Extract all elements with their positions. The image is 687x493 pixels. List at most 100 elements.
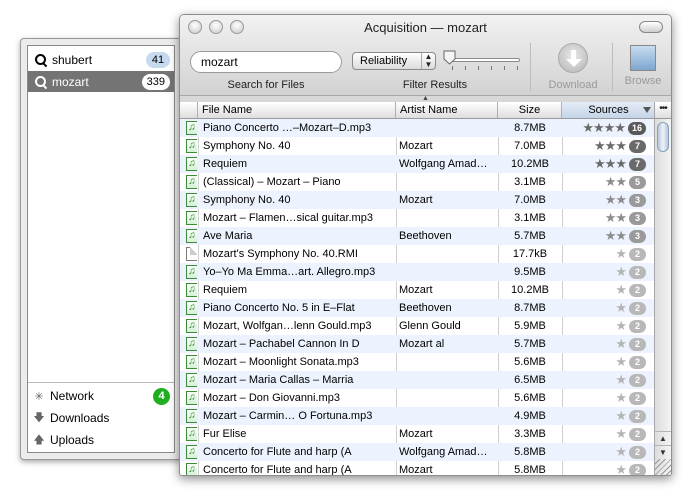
- audio-file-icon: [186, 281, 197, 299]
- file-name-cell: Yo–Yo Ma Emma…art. Allegro.mp3: [203, 266, 376, 278]
- sidebar-search-mozart[interactable]: mozart 339: [28, 71, 174, 92]
- results-table: File Name Artist Name Size Sources Piano…: [180, 102, 656, 475]
- size-cell: 8.7MB: [514, 302, 546, 314]
- table-row[interactable]: Mozart – Pachabel Cannon In D Mozart al 5.…: [180, 335, 656, 353]
- rating-stars-icon: ★: [615, 426, 627, 441]
- table-row[interactable]: Yo–Yo Ma Emma…art. Allegro.mp3 9.5MB ★2: [180, 263, 656, 281]
- table-row[interactable]: Requiem Mozart 10.2MB ★2: [180, 281, 656, 299]
- browse-label: Browse: [624, 75, 662, 87]
- browse-button[interactable]: Browse: [618, 43, 668, 87]
- file-name-cell: Symphony No. 40: [203, 140, 291, 152]
- size-cell: 5.9MB: [514, 320, 546, 332]
- artist-cell: Mozart: [399, 140, 433, 152]
- size-cell: 10.2MB: [511, 284, 549, 296]
- column-header-type[interactable]: [180, 102, 198, 118]
- scroll-up-arrow[interactable]: ▲: [655, 431, 671, 445]
- table-row[interactable]: Ave Maria Beethoven 5.7MB ★★3: [180, 227, 656, 245]
- size-cell: 5.8MB: [514, 464, 546, 475]
- size-cell: 7.0MB: [514, 140, 546, 152]
- download-button[interactable]: Download: [540, 43, 606, 91]
- table-row[interactable]: Fur Elise Mozart 3.3MB ★2: [180, 425, 656, 443]
- file-type-cell: [183, 443, 197, 461]
- window-resize-grip[interactable]: [655, 459, 671, 475]
- file-name-cell: Fur Elise: [203, 428, 247, 440]
- file-type-cell: [183, 461, 197, 475]
- filter-select[interactable]: Reliability ▲ ▼: [352, 52, 436, 70]
- table-row[interactable]: Symphony No. 40 Mozart 7.0MB ★★★7: [180, 137, 656, 155]
- sidebar-item-uploads[interactable]: 🡅 Uploads: [32, 430, 170, 450]
- source-count-badge: 2: [629, 373, 646, 387]
- rating-stars-icon: ★: [615, 408, 627, 423]
- download-icon: [558, 43, 588, 73]
- file-type-cell: [183, 425, 197, 443]
- source-count-badge: 2: [629, 265, 646, 279]
- audio-file-icon: [186, 425, 197, 443]
- table-body: Piano Concerto …–Mozart–D.mp38.7MB★★★★16…: [180, 119, 656, 475]
- artist-cell: Wolfgang Amad…: [399, 158, 488, 170]
- audio-file-icon: [186, 173, 197, 191]
- audio-file-icon: [186, 119, 197, 137]
- table-row[interactable]: Mozart – Carmin… O Fortuna.mp3 4.9MB ★2: [180, 407, 656, 425]
- size-cell: 5.7MB: [514, 230, 546, 242]
- sources-cell: ★ 2: [563, 317, 656, 335]
- sidebar-item-downloads[interactable]: 🡇 Downloads: [32, 408, 170, 428]
- sources-cell: ★ 2: [563, 353, 656, 371]
- table-row[interactable]: Piano Concerto No. 5 in E–Flat Beethoven 8…: [180, 299, 656, 317]
- table-row[interactable]: (Classical) – Mozart – Piano 3.1MB ★★5: [180, 173, 656, 191]
- table-row[interactable]: Mozart, Wolfgan…lenn Gould.mp3 Glenn Goul…: [180, 317, 656, 335]
- document-file-icon: [186, 247, 197, 261]
- table-row[interactable]: Piano Concerto …–Mozart–D.mp3 8.7MB ★★★★16: [180, 119, 656, 137]
- window-title: Acquisition — mozart: [364, 20, 487, 35]
- split-view-handle[interactable]: ▲: [180, 95, 671, 102]
- slider-thumb[interactable]: [443, 50, 456, 65]
- table-row[interactable]: Mozart – Maria Callas – Marria 6.5MB ★2: [180, 371, 656, 389]
- vertical-scrollbar[interactable]: ••• ▲ ▼: [654, 102, 671, 475]
- column-header-file-name[interactable]: File Name: [198, 102, 396, 118]
- file-type-cell: [183, 317, 197, 335]
- file-name-cell: Mozart's Symphony No. 40.RMI: [203, 248, 358, 260]
- rating-stars-icon: ★: [615, 264, 627, 279]
- table-row[interactable]: Mozart's Symphony No. 40.RMI 17.7kB ★ 2: [180, 245, 656, 263]
- file-type-cell: [183, 191, 197, 209]
- size-cell: 3.1MB: [514, 176, 546, 188]
- sidebar-item-network[interactable]: ✳ Network 4: [32, 386, 170, 406]
- table-row[interactable]: Mozart – Don Giovanni.mp3 5.6MB ★2: [180, 389, 656, 407]
- table-row[interactable]: Requiem Wolfgang Amad… 10.2MB ★★★7: [180, 155, 656, 173]
- sidebar-search-shubert[interactable]: shubert 41: [28, 49, 174, 70]
- source-count-badge: 2: [629, 301, 646, 315]
- rating-stars-icon: ★★: [604, 174, 627, 189]
- table-row[interactable]: Symphony No. 40 Mozart 7.0MB ★★3: [180, 191, 656, 209]
- table-row[interactable]: Concerto for Flute and harp (A Wolfgang A…: [180, 443, 656, 461]
- column-header-size[interactable]: Size: [498, 102, 562, 118]
- title-toolbar: Acquisition — mozart Search for Files Re…: [180, 15, 671, 95]
- sources-cell: ★★ 3: [563, 227, 656, 245]
- sources-cell: ★★ 3: [563, 191, 656, 209]
- file-name-cell: Requiem: [203, 284, 248, 296]
- file-name-cell: Mozart – Carmin… O Fortuna.mp3: [203, 410, 373, 422]
- sources-cell: ★ 2: [563, 425, 656, 443]
- scroll-down-arrow[interactable]: ▼: [655, 445, 671, 459]
- table-row[interactable]: Concerto for Flute and harp (A Mozart 5.8M…: [180, 461, 656, 475]
- table-row[interactable]: Mozart – Flamen…sical guitar.mp3 3.1MB ★★3: [180, 209, 656, 227]
- search-icon: [34, 53, 48, 67]
- source-count-badge: 2: [629, 463, 646, 475]
- file-type-cell: [183, 155, 197, 173]
- sources-cell: ★★★ 7: [563, 155, 656, 173]
- search-input[interactable]: [190, 51, 342, 73]
- file-type-cell: [183, 335, 197, 353]
- scrollbar-thumb[interactable]: [657, 122, 669, 152]
- audio-file-icon: [186, 461, 197, 475]
- column-options-button[interactable]: •••: [655, 102, 671, 119]
- filter-slider-track[interactable]: [448, 58, 520, 62]
- sources-cell: ★ 2: [563, 443, 656, 461]
- column-header-sources-label: Sources: [588, 104, 629, 116]
- audio-file-icon: [186, 353, 197, 371]
- drawer-resize-grip[interactable]: [20, 235, 23, 249]
- sources-cell: ★ 2: [563, 407, 656, 425]
- rating-stars-icon: ★: [615, 390, 627, 405]
- column-header-sources[interactable]: Sources: [562, 102, 656, 118]
- toolbar-toggle-button[interactable]: [639, 21, 663, 33]
- artist-cell: [399, 389, 497, 407]
- table-row[interactable]: Mozart – Moonlight Sonata.mp3 5.6MB ★2: [180, 353, 656, 371]
- column-header-artist[interactable]: Artist Name: [396, 102, 498, 118]
